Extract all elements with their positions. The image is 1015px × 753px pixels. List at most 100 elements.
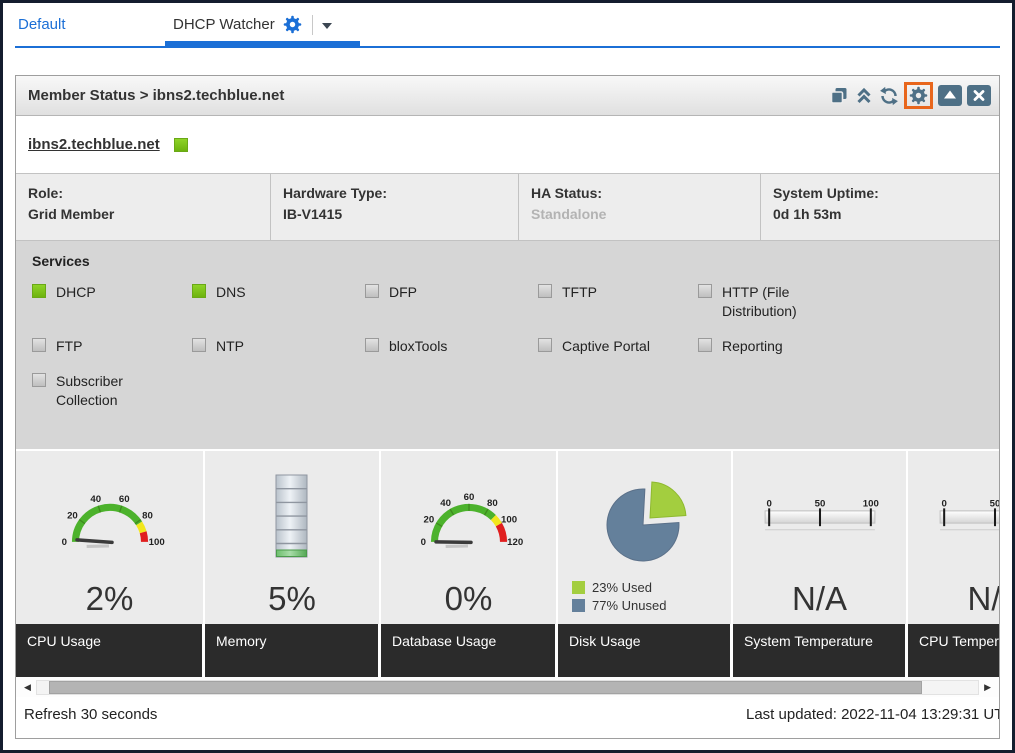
gauge-cpu-usage: 0 20 40 60 80 100 2% — [16, 451, 205, 624]
member-row: ibns2.techblue.net — [16, 116, 999, 173]
collapse-all-icon[interactable] — [854, 86, 874, 106]
service-item-ftp: FTP — [32, 337, 192, 356]
gauge-disk-usage: 23% Used 77% Unused — [558, 451, 733, 624]
service-item-bloxtools: bloxTools — [365, 337, 538, 356]
memory-cylinder-gauge — [205, 451, 379, 582]
service-stopped-icon — [32, 373, 46, 387]
cpu-temperature-value: N/A — [908, 582, 999, 615]
info-value: 0d 1h 53m — [773, 204, 987, 225]
service-stopped-icon — [698, 338, 712, 352]
service-item-ntp: NTP — [192, 337, 365, 356]
service-item-dhcp: DHCP — [32, 283, 192, 321]
service-item-subscriber-collection: Subscriber Collection — [32, 372, 192, 410]
svg-text:100: 100 — [862, 498, 878, 509]
database-usage-dial-gauge: 0 20 40 60 80 100 120 — [381, 451, 556, 582]
gauge-database-usage: 0 20 40 60 80 100 120 0% — [381, 451, 558, 624]
gauge-label-bar: CPU Usage Memory Database Usage Disk Usa… — [16, 624, 999, 677]
memory-value: 5% — [205, 582, 379, 615]
svg-text:50: 50 — [814, 498, 825, 509]
legend-unused-swatch — [572, 599, 585, 612]
services-title: Services — [28, 253, 999, 269]
service-stopped-icon — [192, 338, 206, 352]
database-usage-value: 0% — [381, 582, 556, 615]
svg-text:0: 0 — [420, 537, 425, 548]
svg-text:40: 40 — [440, 498, 451, 509]
scroll-right-arrow-icon[interactable]: ▶ — [982, 683, 993, 692]
svg-text:80: 80 — [142, 511, 153, 522]
service-item-captive-portal: Captive Portal — [538, 337, 698, 356]
gauge-system-temperature: 0 50 100 N/A — [733, 451, 908, 624]
service-stopped-icon — [538, 284, 552, 298]
info-label: Role: — [28, 183, 258, 204]
info-cell-ha-status: HA Status: Standalone — [519, 174, 761, 240]
scrollbar-thumb[interactable] — [49, 681, 922, 694]
collapse-panel-button[interactable] — [938, 85, 962, 106]
service-stopped-icon — [365, 338, 379, 352]
service-stopped-icon — [698, 284, 712, 298]
svg-text:50: 50 — [990, 498, 999, 509]
horizontal-scrollbar[interactable]: ◀ ▶ — [16, 677, 999, 697]
disk-usage-legend: 23% Used 77% Unused — [572, 580, 731, 616]
cpu-temperature-linear-gauge: 0 50 100 — [908, 451, 999, 582]
tab-bar: Default DHCP Watcher — [15, 3, 1000, 48]
service-item-http-file-distribution: HTTP (File Distribution) — [698, 283, 999, 321]
screenshot-frame: Default DHCP Watcher Member Status > ibn… — [0, 0, 1015, 753]
panel-footer: Refresh 30 seconds Last updated: 2022-11… — [16, 697, 999, 738]
svg-text:0: 0 — [766, 498, 771, 509]
tab-divider — [312, 15, 313, 35]
services-section: Services DHCP DNS DFP TFTP HTTP (File Di… — [16, 241, 999, 451]
member-info-table: Role: Grid Member Hardware Type: IB-V141… — [16, 173, 999, 241]
info-value: IB-V1415 — [283, 204, 506, 225]
gauge-label-cpu-usage: CPU Usage — [16, 624, 205, 677]
settings-gear-icon[interactable] — [909, 86, 928, 105]
panel-toolbar — [829, 82, 991, 109]
tab-dropdown-caret-icon[interactable] — [322, 23, 332, 29]
system-temperature-value: N/A — [733, 582, 906, 615]
gauge-label-cpu-temperature: CPU Temperature — [908, 624, 999, 677]
svg-text:80: 80 — [486, 498, 497, 509]
panel-title: Member Status > ibns2.techblue.net — [28, 87, 284, 104]
legend-row-unused: 77% Unused — [572, 598, 731, 613]
service-item-reporting: Reporting — [698, 337, 999, 356]
gauge-label-database-usage: Database Usage — [381, 624, 558, 677]
tab-default-label: Default — [18, 16, 66, 33]
settings-highlight-box — [904, 82, 933, 109]
close-panel-button[interactable] — [967, 85, 991, 106]
disk-usage-pie-chart — [558, 451, 731, 578]
legend-row-used: 23% Used — [572, 580, 731, 595]
svg-text:0: 0 — [941, 498, 946, 509]
info-value: Grid Member — [28, 204, 258, 225]
service-running-icon — [32, 284, 46, 298]
member-status-panel: Member Status > ibns2.techblue.net — [15, 75, 1000, 739]
svg-text:60: 60 — [463, 492, 474, 503]
service-item-tftp: TFTP — [538, 283, 698, 321]
svg-text:20: 20 — [423, 515, 434, 526]
svg-text:100: 100 — [148, 537, 164, 548]
scrollbar-track[interactable] — [36, 680, 979, 695]
svg-text:0: 0 — [61, 537, 66, 548]
scroll-left-arrow-icon[interactable]: ◀ — [22, 683, 33, 692]
member-status-running-icon — [174, 138, 188, 152]
last-updated-text: Last updated: 2022-11-04 13:29:31 UTC — [746, 706, 1000, 723]
refresh-icon[interactable] — [879, 86, 899, 106]
gauge-label-disk-usage: Disk Usage — [558, 624, 733, 677]
tab-dhcp-watcher[interactable]: DHCP Watcher — [165, 3, 360, 46]
service-running-icon — [192, 284, 206, 298]
svg-text:60: 60 — [118, 494, 129, 505]
service-stopped-icon — [538, 338, 552, 352]
service-stopped-icon — [32, 338, 46, 352]
tab-default[interactable]: Default — [15, 3, 165, 46]
member-link[interactable]: ibns2.techblue.net — [28, 136, 160, 153]
gauge-memory: 5% — [205, 451, 381, 624]
svg-text:20: 20 — [67, 511, 78, 522]
gauges-strip: 0 20 40 60 80 100 2% — [16, 451, 999, 624]
cpu-usage-dial-gauge: 0 20 40 60 80 100 — [16, 451, 203, 582]
info-cell-role: Role: Grid Member — [16, 174, 271, 240]
service-stopped-icon — [365, 284, 379, 298]
gauge-label-memory: Memory — [205, 624, 381, 677]
system-temperature-linear-gauge: 0 50 100 — [733, 451, 906, 582]
tab-settings-gear-icon[interactable] — [283, 15, 302, 34]
refresh-interval-text: Refresh 30 seconds — [24, 706, 157, 723]
services-grid: DHCP DNS DFP TFTP HTTP (File Distributio… — [28, 283, 999, 409]
copy-icon[interactable] — [829, 86, 849, 106]
